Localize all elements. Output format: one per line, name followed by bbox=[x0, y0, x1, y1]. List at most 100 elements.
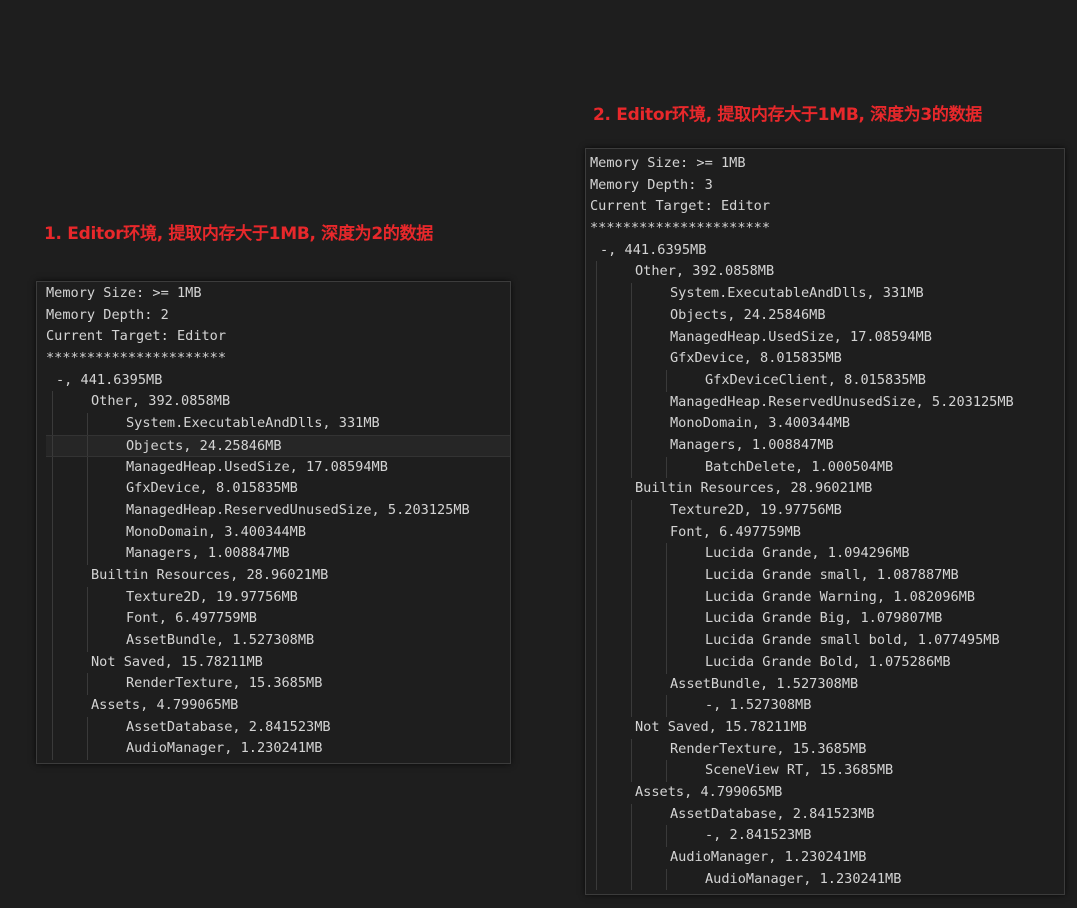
tree-row: BatchDelete, 1.000504MB bbox=[590, 456, 1064, 479]
tree-row: Lucida Grande Bold, 1.075286MB bbox=[590, 651, 1064, 674]
indent-guide bbox=[52, 608, 53, 630]
indent-guide bbox=[631, 673, 632, 696]
indent-guide bbox=[666, 760, 667, 782]
tree-row-label: GfxDeviceClient, 8.015835MB bbox=[705, 371, 926, 388]
indent-guide bbox=[631, 500, 632, 522]
tree-row-label: Not Saved, 15.78211MB bbox=[635, 718, 807, 735]
indent-guide bbox=[596, 565, 597, 587]
indent-guide bbox=[666, 651, 667, 674]
indent-guide bbox=[596, 283, 597, 305]
tree-row-label: Builtin Resources, 28.96021MB bbox=[635, 480, 873, 497]
indent-guide bbox=[596, 716, 597, 739]
tree-row: AssetDatabase, 2.841523MB bbox=[590, 803, 1064, 826]
tree-row: AudioManager, 1.230241MB bbox=[46, 738, 510, 761]
indent-guide bbox=[596, 695, 597, 717]
indent-guide bbox=[596, 630, 597, 652]
tree-row: Font, 6.497759MB bbox=[46, 608, 510, 630]
tree-row-label: System.ExecutableAndDlls, 331MB bbox=[670, 285, 924, 302]
indent-guide bbox=[596, 847, 597, 869]
indent-guide bbox=[666, 586, 667, 609]
tree-row: Lucida Grande small, 1.087887MB bbox=[590, 565, 1064, 587]
tree-row-label: Lucida Grande Warning, 1.082096MB bbox=[705, 588, 976, 605]
tree-row-label: ManagedHeap.UsedSize, 17.08594MB bbox=[126, 458, 388, 475]
indent-guide bbox=[631, 434, 632, 457]
indent-guide bbox=[666, 868, 667, 891]
tree-row: Builtin Resources, 28.96021MB bbox=[46, 564, 510, 587]
tree-row-label: Not Saved, 15.78211MB bbox=[91, 653, 263, 670]
memory-depth-line: Memory Depth: 3 bbox=[590, 176, 713, 193]
tree-row: Lucida Grande Big, 1.079807MB bbox=[590, 608, 1064, 631]
indent-guide bbox=[87, 413, 88, 435]
indent-guide bbox=[631, 543, 632, 566]
separator-line: ********************** bbox=[46, 350, 227, 367]
indent-guide bbox=[596, 500, 597, 522]
indent-guide bbox=[87, 478, 88, 500]
tree-row-label: GfxDevice, 8.015835MB bbox=[126, 480, 298, 497]
tree-row-label: Font, 6.497759MB bbox=[126, 610, 257, 627]
current-target-line: Current Target: Editor bbox=[46, 328, 227, 345]
tree-row: -, 1.527308MB bbox=[590, 695, 1064, 717]
indent-guide bbox=[596, 348, 597, 370]
indent-guide bbox=[596, 456, 597, 479]
tree-row-label: AudioManager, 1.230241MB bbox=[705, 870, 902, 887]
tree-row-label: -, 441.6395MB bbox=[600, 241, 707, 258]
tree-row-label: Builtin Resources, 28.96021MB bbox=[91, 566, 329, 583]
memory-tree: -, 441.6395MB Other, 392.0858MB System.Exe… bbox=[590, 240, 1064, 891]
output-content: Memory Size: >= 1MB Memory Depth: 2 Curr… bbox=[46, 283, 510, 761]
tree-row: System.ExecutableAndDlls, 331MB bbox=[590, 283, 1064, 305]
tree-row: Other, 392.0858MB bbox=[46, 391, 510, 414]
tree-row: ManagedHeap.UsedSize, 17.08594MB bbox=[46, 456, 510, 479]
indent-guide bbox=[631, 456, 632, 479]
indent-guide bbox=[596, 434, 597, 457]
memory-size-line: Memory Size: >= 1MB bbox=[590, 155, 746, 171]
tree-row-label: ManagedHeap.ReservedUnusedSize, 5.203125… bbox=[126, 501, 470, 518]
tree-row-label: ManagedHeap.ReservedUnusedSize, 5.203125… bbox=[670, 393, 1014, 410]
indent-guide bbox=[666, 456, 667, 479]
tree-row: Not Saved, 15.78211MB bbox=[46, 651, 510, 674]
indent-guide bbox=[52, 521, 53, 544]
tree-row: Texture2D, 19.97756MB bbox=[590, 500, 1064, 522]
indent-guide bbox=[631, 695, 632, 717]
tree-row-label: AssetBundle, 1.527308MB bbox=[126, 632, 315, 648]
tree-row-label: -, 1.527308MB bbox=[705, 697, 812, 714]
tree-row: AudioManager, 1.230241MB bbox=[590, 868, 1064, 891]
tree-row-label: Lucida Grande small, 1.087887MB bbox=[705, 567, 959, 584]
output-panel-depth-2[interactable]: Memory Size: >= 1MB Memory Depth: 2 Curr… bbox=[36, 281, 511, 764]
indent-guide bbox=[596, 760, 597, 782]
indent-guide bbox=[596, 543, 597, 566]
tree-row: MonoDomain, 3.400344MB bbox=[590, 413, 1064, 435]
indent-guide bbox=[631, 521, 632, 544]
indent-guide bbox=[87, 499, 88, 522]
indent-guide bbox=[596, 803, 597, 826]
indent-guide bbox=[52, 564, 53, 587]
tree-row: Other, 392.0858MB bbox=[590, 261, 1064, 284]
indent-guide bbox=[631, 803, 632, 826]
indent-guide bbox=[631, 630, 632, 652]
tree-row: GfxDevice, 8.015835MB bbox=[590, 348, 1064, 370]
tree-row: AudioManager, 1.230241MB bbox=[590, 847, 1064, 869]
tree-row-label: AudioManager, 1.230241MB bbox=[126, 740, 323, 757]
tree-row-label: Lucida Grande Bold, 1.075286MB bbox=[705, 653, 951, 670]
indent-guide bbox=[631, 738, 632, 761]
output-panel-depth-3[interactable]: Memory Size: >= 1MB Memory Depth: 3 Curr… bbox=[585, 148, 1065, 895]
indent-guide bbox=[87, 716, 88, 739]
indent-guide bbox=[87, 673, 88, 696]
indent-guide bbox=[631, 825, 632, 847]
indent-guide bbox=[666, 825, 667, 847]
tree-row: Managers, 1.008847MB bbox=[590, 434, 1064, 457]
separator-line: ********************** bbox=[590, 220, 771, 237]
tree-row: RenderTexture, 15.3685MB bbox=[46, 673, 510, 696]
indent-guide bbox=[52, 478, 53, 500]
indent-guide bbox=[52, 586, 53, 609]
caption-depth-2: 1. Editor环境, 提取内存大于1MB, 深度为2的数据 bbox=[44, 224, 433, 244]
tree-row: ManagedHeap.UsedSize, 17.08594MB bbox=[590, 326, 1064, 349]
indent-guide bbox=[87, 456, 88, 479]
tree-row-label: System.ExecutableAndDlls, 331MB bbox=[126, 415, 380, 432]
indent-guide bbox=[631, 868, 632, 891]
indent-guide bbox=[52, 499, 53, 522]
tree-row: -, 441.6395MB bbox=[590, 240, 1064, 262]
indent-guide bbox=[631, 304, 632, 327]
indent-guide bbox=[631, 391, 632, 414]
tree-row-label: Texture2D, 19.97756MB bbox=[670, 502, 842, 518]
indent-guide bbox=[52, 716, 53, 739]
